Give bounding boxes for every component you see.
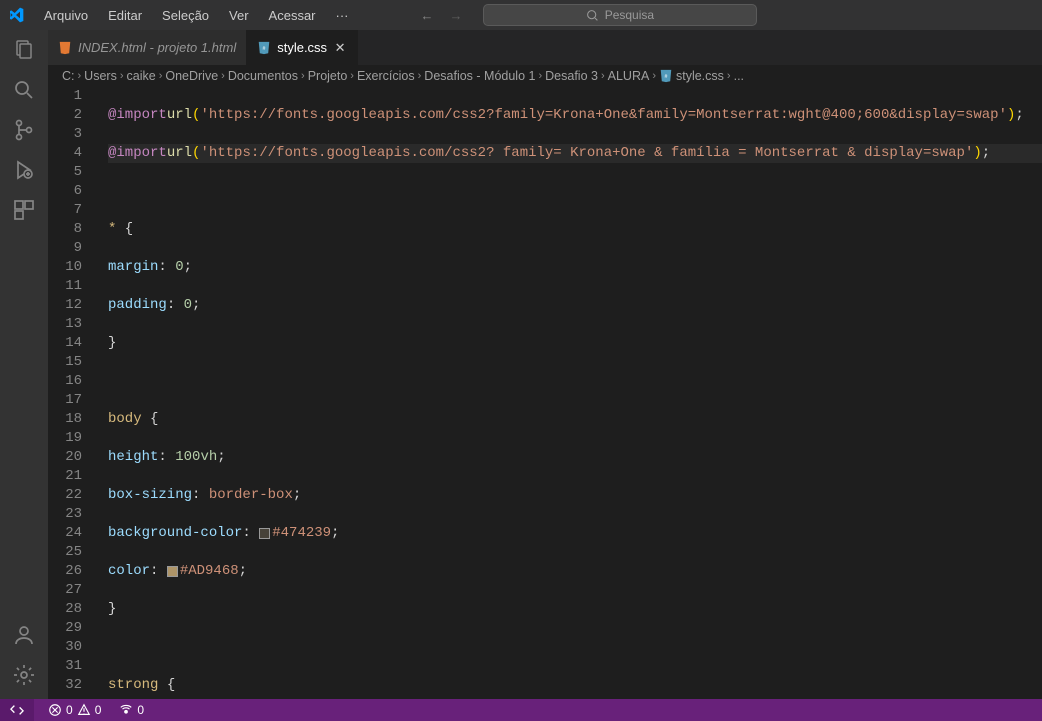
breadcrumb-tail[interactable]: ... [734, 69, 744, 83]
close-icon[interactable]: ✕ [333, 41, 347, 55]
source-control-icon[interactable] [12, 118, 36, 142]
editor-area: INDEX.html - projeto 1.html # style.css … [48, 30, 1042, 699]
gear-icon[interactable] [12, 663, 36, 687]
breadcrumb-file[interactable]: style.css [676, 69, 724, 83]
tabs: INDEX.html - projeto 1.html # style.css … [48, 30, 1042, 65]
nav-back-icon[interactable]: ← [421, 8, 434, 23]
css-file-icon: # [659, 69, 673, 83]
titlebar: Arquivo Editar Seleção Ver Acessar ··· ←… [0, 0, 1042, 30]
svg-text:#: # [665, 74, 668, 80]
color-swatch-icon [259, 528, 270, 539]
tab-label: INDEX.html - projeto 1.html [78, 40, 236, 55]
extensions-icon[interactable] [12, 198, 36, 222]
tab-style-css[interactable]: # style.css ✕ [247, 30, 358, 65]
color-swatch-icon [167, 566, 178, 577]
account-icon[interactable] [12, 623, 36, 647]
remote-icon[interactable] [0, 699, 34, 721]
problems-status[interactable]: 0 0 [44, 703, 105, 717]
menu-more-icon[interactable]: ··· [328, 8, 357, 23]
menu-editar[interactable]: Editar [100, 8, 150, 23]
breadcrumb-seg[interactable]: Documentos [228, 69, 298, 83]
search-input[interactable]: Pesquisa [483, 4, 758, 26]
breadcrumb-seg[interactable]: Desafios - Módulo 1 [424, 69, 535, 83]
breadcrumb-seg[interactable]: Exercícios [357, 69, 415, 83]
breadcrumb-seg[interactable]: caike [127, 69, 156, 83]
ports-status[interactable]: 0 [115, 703, 148, 717]
css-file-icon: # [257, 41, 271, 55]
menu-acessar[interactable]: Acessar [261, 8, 324, 23]
tab-label: style.css [277, 40, 327, 55]
code-content[interactable]: @import url('https://fonts.googleapis.co… [100, 87, 1042, 699]
line-numbers: 12345678910 11121314151617181920 2122232… [48, 87, 100, 699]
menu-ver[interactable]: Ver [221, 8, 257, 23]
status-bar: 0 0 0 [0, 699, 1042, 721]
breadcrumb-seg[interactable]: ALURA [608, 69, 650, 83]
radio-icon [119, 703, 133, 717]
html-file-icon [58, 41, 72, 55]
tab-index-html[interactable]: INDEX.html - projeto 1.html [48, 30, 247, 65]
run-debug-icon[interactable] [12, 158, 36, 182]
breadcrumb-seg[interactable]: Users [84, 69, 117, 83]
error-icon [48, 703, 62, 717]
code-editor[interactable]: 12345678910 11121314151617181920 2122232… [48, 87, 1042, 699]
breadcrumb-seg[interactable]: Desafio 3 [545, 69, 598, 83]
search-icon[interactable] [12, 78, 36, 102]
breadcrumb-seg[interactable]: C: [62, 69, 75, 83]
breadcrumb-seg[interactable]: Projeto [308, 69, 348, 83]
search-icon [586, 9, 599, 22]
activity-bar [0, 30, 48, 699]
menu-arquivo[interactable]: Arquivo [36, 8, 96, 23]
nav-forward-icon[interactable]: → [450, 8, 463, 23]
breadcrumb[interactable]: C:› Users› caike› OneDrive› Documentos› … [48, 65, 1042, 87]
menu-selecao[interactable]: Seleção [154, 8, 217, 23]
explorer-icon[interactable] [12, 38, 36, 62]
vscode-logo-icon [8, 7, 24, 23]
breadcrumb-seg[interactable]: OneDrive [165, 69, 218, 83]
svg-text:#: # [263, 45, 266, 51]
warning-icon [77, 703, 91, 717]
search-placeholder: Pesquisa [605, 8, 654, 22]
